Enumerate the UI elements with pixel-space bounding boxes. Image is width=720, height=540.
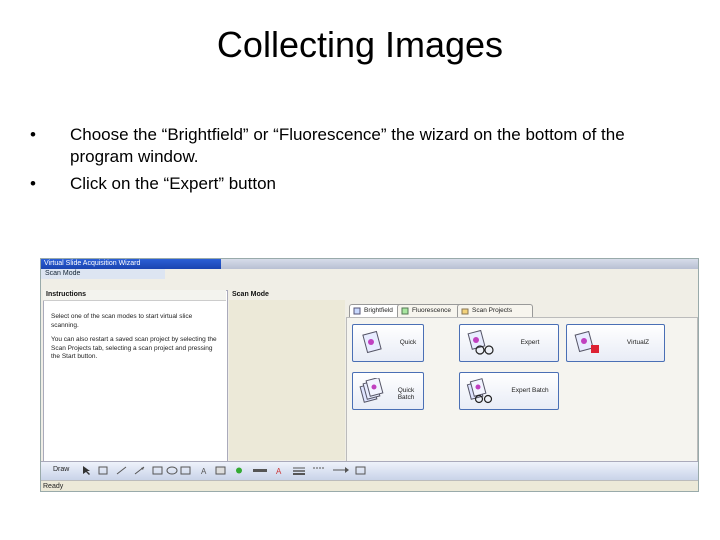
expert-batch-icon — [466, 378, 493, 404]
tab-fluorescence[interactable]: Fluorescence — [397, 304, 465, 317]
drawing-tools-icon[interactable]: A A — [81, 465, 371, 476]
button-label: Quick — [399, 339, 417, 346]
instructions-paragraph: Select one of the scan modes to start vi… — [51, 313, 193, 329]
tab-label: Scan Projects — [472, 307, 513, 314]
tab-label: Brightfield — [364, 307, 393, 314]
quick-batch-button[interactable]: Quick Batch — [352, 372, 424, 410]
tab-label: Fluorescence — [412, 307, 452, 314]
quick-slide-icon — [362, 330, 382, 354]
bullet-text: Click on the “Expert” button — [70, 174, 276, 193]
bullet-list: • Choose the “Brightfield” or “Fluoresce… — [30, 124, 670, 200]
fluorescence-icon — [401, 307, 409, 315]
bullet-item: • Choose the “Brightfield” or “Fluoresce… — [30, 124, 670, 168]
slide-title: Collecting Images — [216, 24, 504, 65]
projects-icon — [461, 308, 469, 315]
scan-mode-sidebar — [229, 300, 345, 460]
button-label: Expert Batch — [511, 387, 549, 394]
virtualz-button[interactable]: VirtualZ — [566, 324, 665, 362]
button-label: VirtualZ — [626, 339, 650, 346]
app-screenshot: Virtual Slide Acquisition Wizard Scan Mo… — [40, 258, 699, 492]
quick-batch-icon — [359, 378, 384, 403]
quick-button[interactable]: Quick — [352, 324, 424, 362]
scan-mode-heading: Scan Mode — [229, 290, 698, 300]
expert-batch-button[interactable]: Expert Batch — [459, 372, 559, 410]
tab-scan-projects[interactable]: Scan Projects — [457, 304, 533, 317]
virtualz-icon — [574, 330, 599, 353]
svg-text:A: A — [276, 467, 282, 476]
brightfield-icon — [353, 307, 361, 315]
expert-glasses-icon — [467, 330, 494, 355]
mode-bar[interactable]: Scan Mode — [41, 269, 165, 279]
svg-text:A: A — [201, 467, 207, 476]
bullet-item: • Click on the “Expert” button — [30, 173, 670, 195]
expert-button[interactable]: Expert — [459, 324, 559, 362]
draw-toolbar: Draw A A — [41, 461, 698, 480]
window-title: Virtual Slide Acquisition Wizard — [41, 259, 224, 269]
bullet-text: Choose the “Brightfield” or “Fluorescenc… — [70, 125, 625, 166]
instructions-heading: Instructions — [43, 290, 226, 301]
bullet-marker: • — [30, 174, 36, 193]
instructions-text: Select one of the scan modes to start vi… — [51, 313, 221, 368]
button-label: Expert — [520, 339, 540, 346]
status-bar: Ready — [41, 480, 698, 491]
button-label: Quick Batch — [397, 387, 415, 401]
draw-menu[interactable]: Draw — [53, 466, 69, 473]
title-bar-fill — [221, 259, 698, 269]
instructions-paragraph: You can also restart a saved scan projec… — [51, 336, 217, 360]
bullet-marker: • — [30, 125, 36, 144]
